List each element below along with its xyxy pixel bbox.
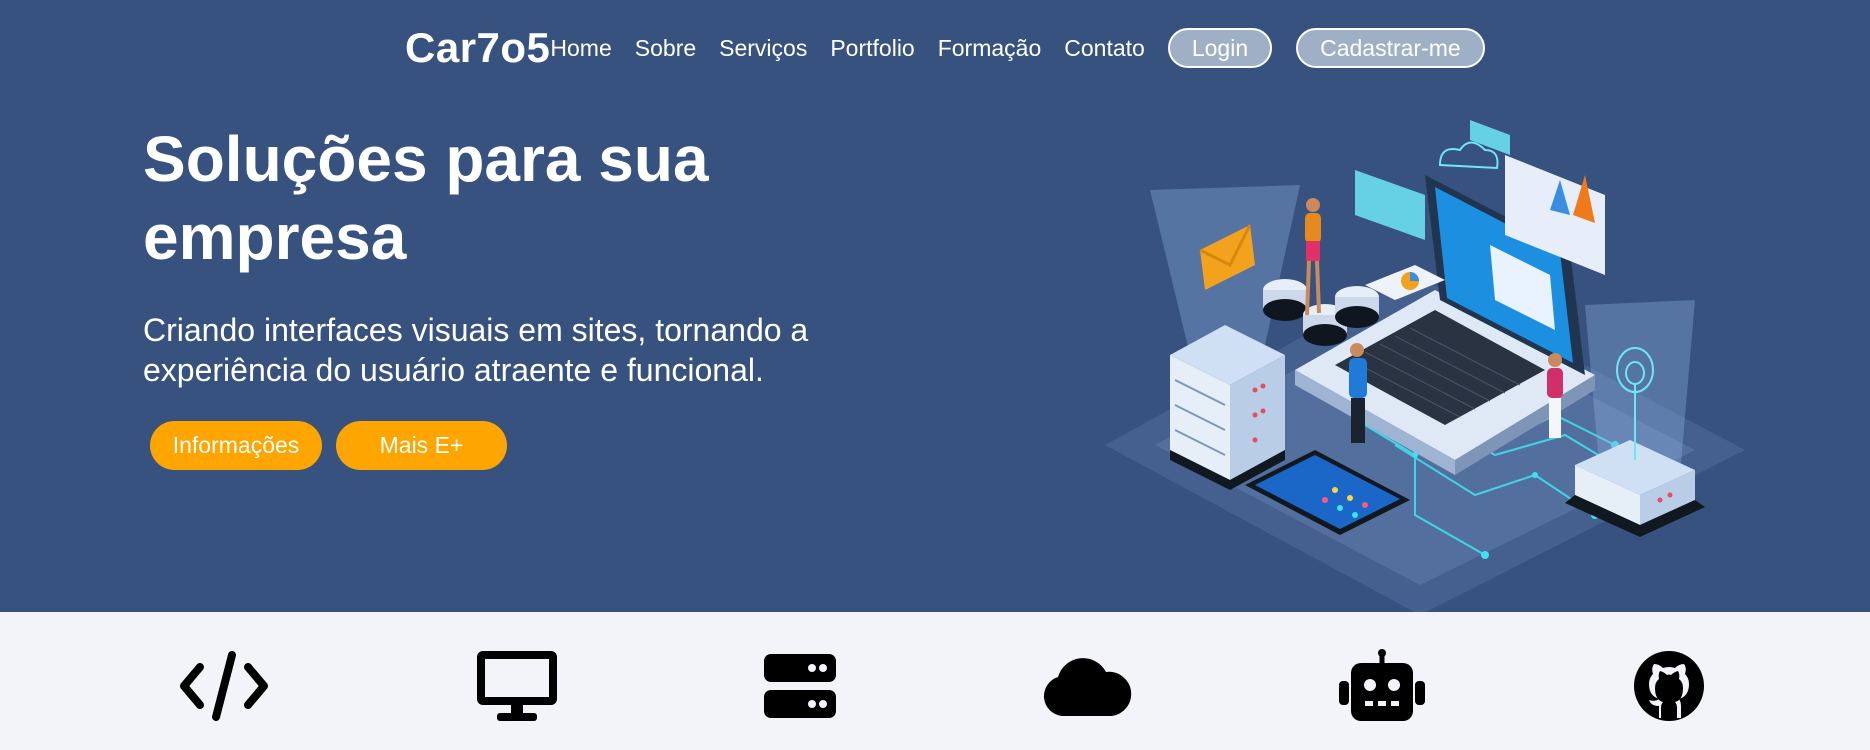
login-button[interactable]: Login (1167, 28, 1273, 68)
hero-title-line2: empresa (143, 201, 407, 273)
nav-link-servicos[interactable]: Serviços (719, 35, 807, 62)
github-icon (1621, 646, 1717, 726)
top-navigation: Car7o5 Home Sobre Serviços Portfolio For… (405, 24, 1509, 72)
hero-subtitle: Criando interfaces visuais em sites, tor… (143, 310, 923, 390)
hero-section: Car7o5 Home Sobre Serviços Portfolio For… (0, 0, 1870, 612)
nav-link-portfolio[interactable]: Portfolio (830, 35, 914, 62)
robot-icon (1334, 646, 1430, 726)
nav-link-home[interactable]: Home (550, 35, 611, 62)
nav-link-sobre[interactable]: Sobre (635, 35, 696, 62)
code-icon (176, 646, 272, 726)
more-button[interactable]: Mais E+ (336, 421, 507, 470)
features-strip (0, 612, 1870, 750)
info-button[interactable]: Informações (150, 421, 322, 470)
brand-logo[interactable]: Car7o5 (405, 24, 550, 72)
hero-subtitle-line2: experiência do usuário atraente e funcio… (143, 352, 764, 388)
monitor-icon (469, 646, 565, 726)
hero-title-line1: Soluções para sua (143, 123, 709, 195)
signup-button[interactable]: Cadastrar-me (1296, 28, 1485, 68)
hero-title: Soluções para sua empresa (143, 120, 903, 276)
isometric-tech-illustration (1105, 120, 1745, 612)
cloud-icon (1038, 646, 1134, 726)
server-icon (752, 646, 848, 726)
hero-subtitle-line1: Criando interfaces visuais em sites, tor… (143, 312, 809, 348)
nav-link-formacao[interactable]: Formação (938, 35, 1042, 62)
nav-link-contato[interactable]: Contato (1064, 35, 1145, 62)
